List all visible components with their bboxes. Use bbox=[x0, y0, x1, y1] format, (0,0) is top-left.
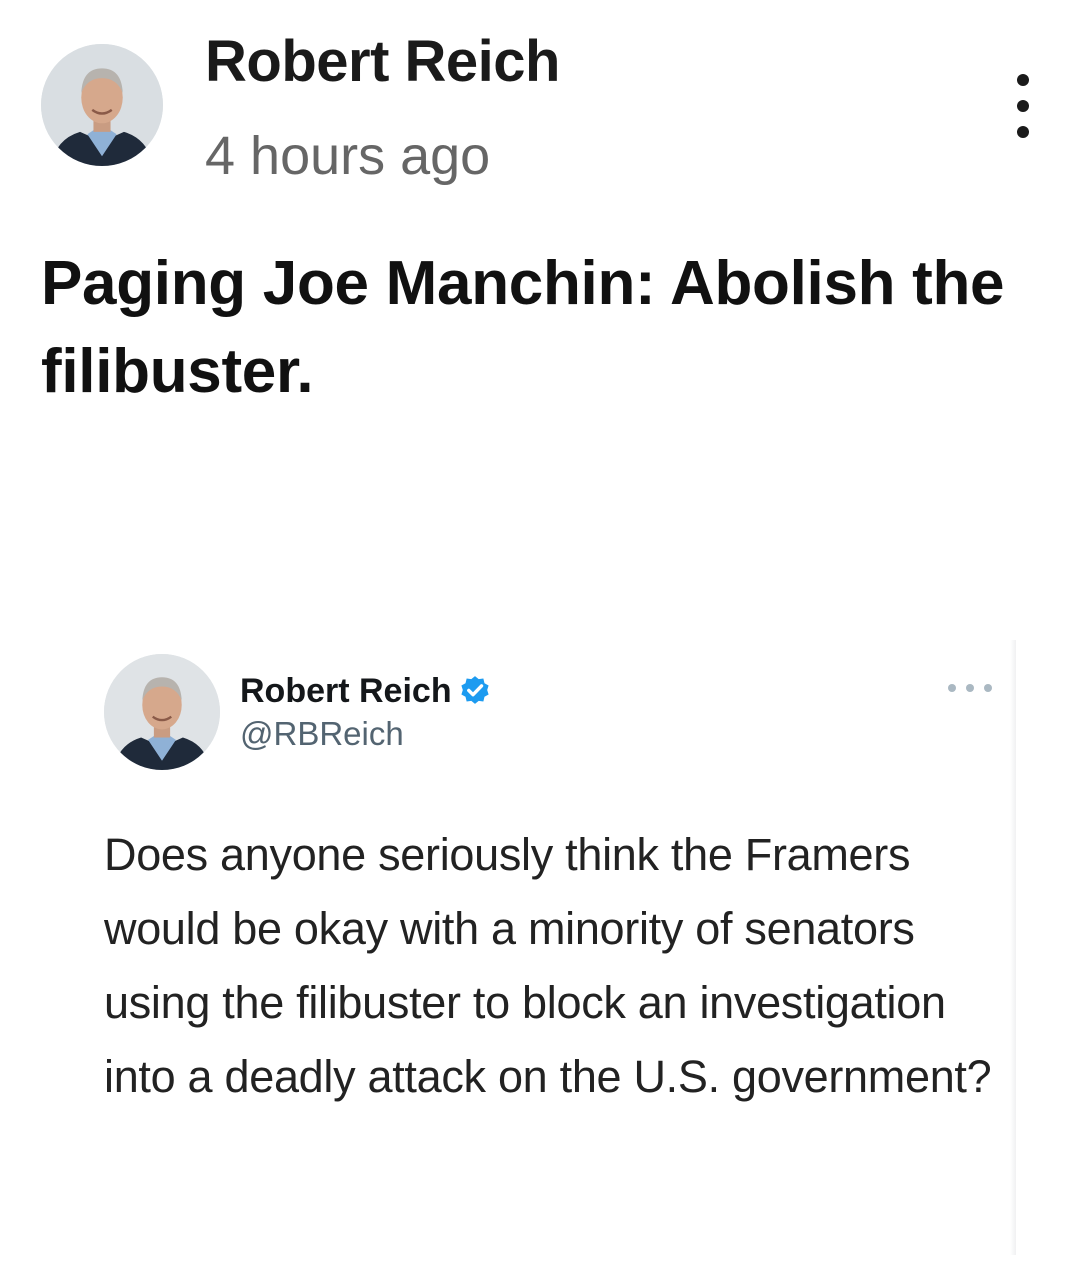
author-name[interactable]: Robert Reich bbox=[205, 28, 560, 95]
avatar-photo bbox=[41, 44, 163, 166]
post-timestamp: 4 hours ago bbox=[205, 126, 491, 186]
tweet-author-avatar bbox=[104, 654, 220, 770]
vertical-ellipsis-icon[interactable] bbox=[1000, 74, 1046, 138]
more-dot bbox=[948, 684, 956, 692]
menu-dot bbox=[1017, 100, 1029, 112]
image-edge-shadow bbox=[1010, 640, 1016, 1255]
menu-dot bbox=[1017, 74, 1029, 86]
tweet-author-name: Robert Reich bbox=[240, 672, 452, 710]
post-title: Paging Joe Manchin: Abolish the filibust… bbox=[41, 249, 1005, 406]
author-avatar[interactable] bbox=[41, 44, 163, 166]
tweet-author-handle: @RBReich bbox=[240, 715, 404, 752]
verified-badge-icon bbox=[461, 676, 489, 704]
horizontal-ellipsis-icon bbox=[948, 681, 992, 695]
tweet-text: Does anyone seriously think the Framers … bbox=[104, 829, 992, 1102]
more-dot bbox=[984, 684, 992, 692]
more-dot bbox=[966, 684, 974, 692]
menu-dot bbox=[1017, 126, 1029, 138]
tweet-avatar-photo bbox=[104, 654, 220, 770]
